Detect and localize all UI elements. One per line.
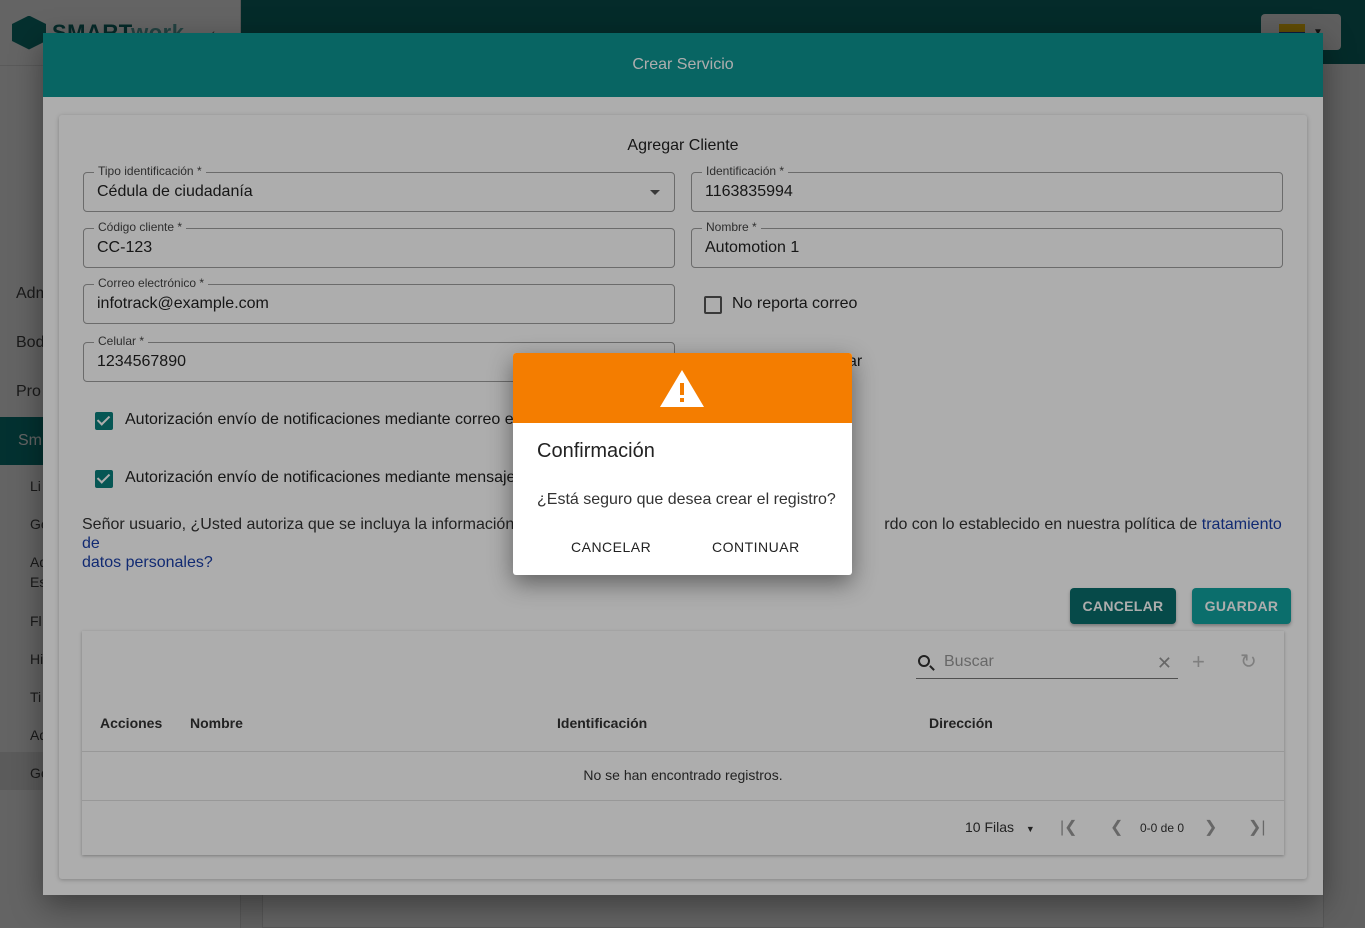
dialog-continue-button[interactable]: CONTINUAR (712, 533, 800, 561)
confirmation-dialog: Confirmación ¿Está seguro que desea crea… (513, 353, 852, 575)
warning-icon (660, 370, 704, 407)
dialog-header (513, 353, 852, 423)
dialog-title: Confirmación (537, 440, 655, 462)
dialog-message: ¿Está seguro que desea crear el registro… (537, 491, 836, 508)
dialog-cancel-button[interactable]: CANCELAR (571, 533, 651, 561)
